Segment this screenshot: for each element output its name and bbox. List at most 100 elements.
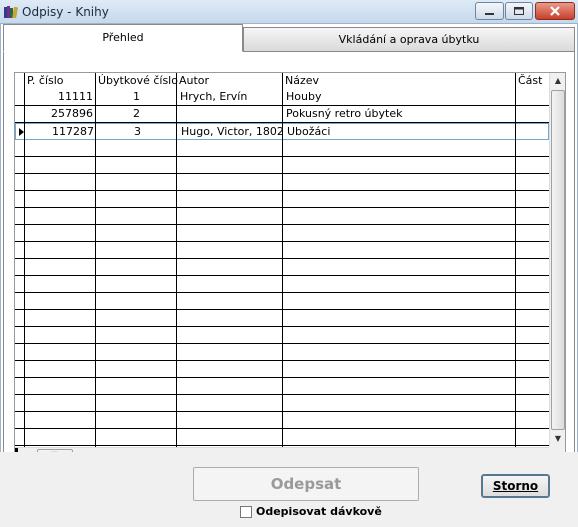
table-cell[interactable] bbox=[96, 157, 177, 173]
table-cell[interactable] bbox=[517, 124, 550, 140]
table-cell[interactable] bbox=[25, 242, 96, 258]
table-cell[interactable] bbox=[516, 208, 549, 224]
table-cell[interactable] bbox=[25, 259, 96, 275]
table-cell[interactable] bbox=[25, 191, 96, 207]
data-grid[interactable]: P. číslo Úbytkové číslo Autor Název Část… bbox=[14, 72, 566, 464]
table-cell[interactable] bbox=[25, 174, 96, 190]
table-cell[interactable] bbox=[177, 378, 283, 394]
table-cell[interactable] bbox=[516, 378, 549, 394]
table-cell[interactable] bbox=[25, 327, 96, 343]
table-cell[interactable] bbox=[283, 174, 516, 190]
table-cell[interactable]: 3 bbox=[97, 124, 178, 140]
table-cell[interactable] bbox=[25, 412, 96, 428]
table-cell[interactable] bbox=[25, 378, 96, 394]
table-cell[interactable] bbox=[283, 276, 516, 292]
table-cell[interactable] bbox=[283, 429, 516, 445]
table-cell[interactable]: Houby bbox=[283, 89, 516, 105]
table-cell[interactable] bbox=[177, 225, 283, 241]
table-cell[interactable] bbox=[96, 208, 177, 224]
table-cell[interactable]: Ubožáci bbox=[284, 124, 517, 140]
batch-checkbox[interactable] bbox=[240, 506, 252, 518]
table-cell[interactable] bbox=[516, 429, 549, 445]
table-cell[interactable] bbox=[283, 361, 516, 377]
table-cell[interactable] bbox=[96, 174, 177, 190]
table-cell[interactable] bbox=[283, 259, 516, 275]
table-cell[interactable] bbox=[283, 140, 516, 156]
tab-vkladani-oprava[interactable]: Vkládání a oprava úbytku bbox=[243, 27, 575, 51]
table-cell[interactable] bbox=[96, 429, 177, 445]
table-cell[interactable] bbox=[177, 344, 283, 360]
table-cell[interactable] bbox=[516, 293, 549, 309]
table-cell[interactable] bbox=[177, 429, 283, 445]
table-cell[interactable] bbox=[96, 327, 177, 343]
table-cell[interactable] bbox=[516, 89, 549, 105]
table-cell[interactable]: 1 bbox=[96, 89, 177, 105]
column-header-nazev[interactable]: Název bbox=[283, 73, 516, 89]
table-cell[interactable] bbox=[96, 242, 177, 258]
table-cell[interactable] bbox=[283, 242, 516, 258]
table-cell[interactable] bbox=[177, 412, 283, 428]
table-cell[interactable] bbox=[96, 191, 177, 207]
minimize-button[interactable] bbox=[475, 2, 504, 20]
table-cell[interactable] bbox=[283, 208, 516, 224]
table-cell[interactable] bbox=[177, 395, 283, 411]
table-cell[interactable] bbox=[516, 412, 549, 428]
table-cell[interactable] bbox=[516, 344, 549, 360]
table-cell[interactable] bbox=[177, 191, 283, 207]
table-cell[interactable] bbox=[283, 378, 516, 394]
close-button[interactable] bbox=[535, 2, 575, 20]
table-cell[interactable] bbox=[516, 327, 549, 343]
table-cell[interactable] bbox=[177, 106, 283, 122]
table-cell[interactable] bbox=[177, 259, 283, 275]
table-cell[interactable] bbox=[283, 327, 516, 343]
column-header-p-cislo[interactable]: P. číslo bbox=[25, 73, 95, 89]
table-cell[interactable] bbox=[177, 293, 283, 309]
table-cell[interactable] bbox=[96, 293, 177, 309]
maximize-button[interactable] bbox=[505, 2, 533, 20]
scroll-up-icon[interactable]: ▲ bbox=[550, 73, 565, 89]
table-cell[interactable] bbox=[96, 412, 177, 428]
table-cell[interactable] bbox=[283, 310, 516, 326]
table-cell[interactable] bbox=[96, 140, 177, 156]
table-cell[interactable] bbox=[96, 344, 177, 360]
table-cell[interactable] bbox=[283, 344, 516, 360]
column-header-cast[interactable]: Část bbox=[516, 73, 549, 89]
table-cell[interactable] bbox=[177, 174, 283, 190]
table-cell[interactable]: 117287 bbox=[26, 124, 97, 140]
table-cell[interactable] bbox=[516, 157, 549, 173]
column-header-ubytkove-cislo[interactable]: Úbytkové číslo bbox=[96, 73, 178, 89]
table-cell[interactable] bbox=[177, 140, 283, 156]
table-cell[interactable] bbox=[177, 361, 283, 377]
table-cell[interactable] bbox=[516, 225, 549, 241]
table-cell[interactable] bbox=[283, 395, 516, 411]
table-cell[interactable] bbox=[177, 208, 283, 224]
table-cell[interactable] bbox=[25, 293, 96, 309]
table-cell[interactable] bbox=[96, 395, 177, 411]
table-cell[interactable] bbox=[96, 276, 177, 292]
table-cell[interactable] bbox=[25, 361, 96, 377]
table-cell[interactable]: 11111 bbox=[25, 89, 96, 105]
table-cell[interactable] bbox=[25, 208, 96, 224]
vertical-scrollbar[interactable]: ▲ ▼ bbox=[549, 73, 565, 447]
table-cell[interactable]: Hugo, Victor, 1802- bbox=[178, 124, 284, 140]
table-cell[interactable] bbox=[177, 310, 283, 326]
table-cell[interactable] bbox=[516, 361, 549, 377]
table-cell[interactable]: 2 bbox=[96, 106, 177, 122]
table-cell[interactable] bbox=[516, 310, 549, 326]
table-cell[interactable] bbox=[283, 157, 516, 173]
table-cell[interactable]: 257896 bbox=[25, 106, 96, 122]
table-cell[interactable] bbox=[25, 157, 96, 173]
table-cell[interactable] bbox=[96, 378, 177, 394]
table-cell[interactable] bbox=[25, 429, 96, 445]
storno-button[interactable]: Storno bbox=[481, 474, 550, 498]
table-cell[interactable] bbox=[25, 276, 96, 292]
table-cell[interactable]: Hrych, Ervín bbox=[177, 89, 283, 105]
table-cell[interactable] bbox=[516, 106, 549, 122]
table-cell[interactable] bbox=[177, 276, 283, 292]
table-cell[interactable] bbox=[516, 395, 549, 411]
table-cell[interactable] bbox=[177, 327, 283, 343]
table-cell[interactable] bbox=[25, 225, 96, 241]
tab-prehled[interactable]: Přehled bbox=[3, 24, 243, 52]
table-cell[interactable] bbox=[283, 225, 516, 241]
table-cell[interactable] bbox=[283, 191, 516, 207]
